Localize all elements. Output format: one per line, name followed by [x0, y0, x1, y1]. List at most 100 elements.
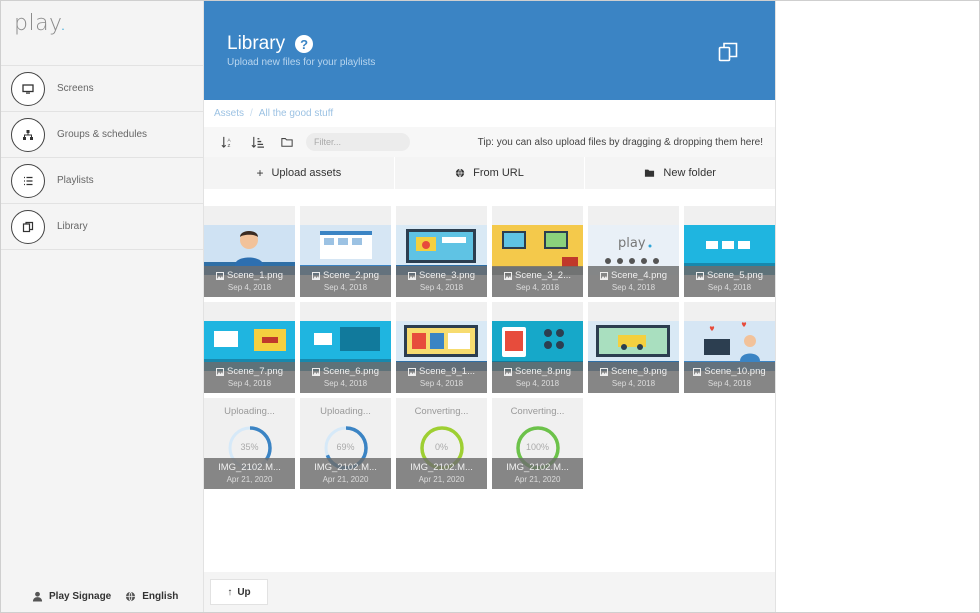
svg-text:Z: Z: [227, 143, 230, 148]
up-label: Up: [237, 586, 251, 598]
asset-tile[interactable]: Scene_9.png Sep 4, 2018: [588, 302, 679, 393]
processing-tile[interactable]: Converting... 0% IMG_2102.M... Apr 21, 2…: [396, 398, 487, 489]
asset-tile[interactable]: Scene_9_1... Sep 4, 2018: [396, 302, 487, 393]
asset-tile[interactable]: Scene_1.png Sep 4, 2018: [204, 206, 295, 297]
new-folder-button[interactable]: New folder: [585, 157, 775, 189]
empty-right-area: [775, 1, 979, 612]
asset-name: Scene_5.png: [684, 270, 775, 281]
arrow-up-icon: ↑: [227, 586, 233, 598]
account-menu[interactable]: Play Signage: [32, 591, 111, 602]
progress-percent: 35%: [240, 442, 259, 452]
asset-name: Scene_10.png: [684, 366, 775, 377]
asset-tile[interactable]: play Scene_4.png Sep 4, 2018: [588, 206, 679, 297]
library-icon: [11, 209, 45, 244]
language-label: English: [142, 591, 179, 602]
sidebar-item-library[interactable]: Library: [1, 204, 204, 250]
processing-tile[interactable]: Uploading... 69% IMG_2102.M... Apr 21, 2…: [300, 398, 391, 489]
image-file-icon: [693, 367, 702, 376]
asset-date: Sep 4, 2018: [227, 283, 272, 292]
sidebar-item-playlists[interactable]: Playlists: [1, 158, 204, 204]
asset-name: Scene_3_2...: [492, 270, 583, 281]
asset-name: Scene_3.png: [396, 270, 487, 281]
up-button[interactable]: ↑ Up: [210, 579, 268, 605]
list-icon: [11, 163, 45, 198]
library-toolbar: AZ Tip: you can also upload files by dra…: [204, 127, 775, 157]
help-icon[interactable]: ?: [295, 35, 314, 53]
image-file-icon: [312, 367, 320, 376]
filter-input[interactable]: [306, 133, 410, 151]
asset-date: Sep 4, 2018: [515, 379, 560, 388]
asset-caption: Scene_9.png Sep 4, 2018: [588, 362, 679, 393]
asset-actions: + Upload assets From URL New folder: [204, 157, 775, 189]
asset-date: Sep 4, 2018: [323, 379, 368, 388]
upload-tip: Tip: you can also upload files by draggi…: [477, 136, 763, 148]
copy-icon[interactable]: [717, 41, 739, 63]
asset-date: Sep 4, 2018: [515, 283, 560, 292]
upload-assets-button[interactable]: + Upload assets: [204, 157, 395, 189]
processing-status: Converting...: [414, 406, 469, 417]
image-file-icon: [504, 367, 512, 376]
asset-name: Scene_9.png: [588, 366, 679, 377]
asset-name: Scene_1.png: [204, 270, 295, 281]
asset-caption: Scene_4.png Sep 4, 2018: [588, 266, 679, 297]
asset-name-text: Scene_3.png: [419, 270, 475, 281]
processing-tile[interactable]: Converting... 100% IMG_2102.M... Apr 21,…: [492, 398, 583, 489]
app-logo[interactable]: play.: [14, 11, 67, 36]
asset-tile[interactable]: Scene_3_2... Sep 4, 2018: [492, 206, 583, 297]
image-file-icon: [408, 367, 416, 376]
sidebar-item-groups[interactable]: Groups & schedules: [1, 112, 204, 158]
asset-name-text: Scene_6.png: [323, 366, 379, 377]
language-menu[interactable]: English: [125, 591, 178, 602]
asset-caption: Scene_10.png Sep 4, 2018: [684, 362, 775, 393]
asset-name: Scene_6.png: [300, 366, 391, 377]
progress-percent: 100%: [525, 442, 550, 452]
globe-icon: [126, 591, 136, 602]
image-file-icon: [600, 367, 608, 376]
asset-name: IMG_2102.M...: [506, 462, 569, 473]
image-file-icon: [504, 271, 512, 280]
sidebar: play. Screens Groups & schedules Playlis…: [1, 1, 204, 612]
sidebar-item-screens[interactable]: Screens: [1, 66, 204, 112]
sidebar-item-label: Groups & schedules: [57, 129, 148, 140]
asset-name: IMG_2102.M...: [314, 462, 377, 473]
asset-date: Sep 4, 2018: [611, 379, 656, 388]
asset-date: Sep 4, 2018: [707, 379, 752, 388]
asset-tile[interactable]: Scene_2.png Sep 4, 2018: [300, 206, 391, 297]
bottom-bar: ↑ Up: [204, 572, 775, 612]
asset-date: Sep 4, 2018: [227, 379, 272, 388]
processing-tile[interactable]: Uploading... 35% IMG_2102.M... Apr 21, 2…: [204, 398, 295, 489]
asset-tile[interactable]: Scene_10.png Sep 4, 2018: [684, 302, 775, 393]
account-name: Play Signage: [49, 591, 112, 602]
from-url-label: From URL: [473, 167, 524, 179]
asset-tile[interactable]: Scene_8.png Sep 4, 2018: [492, 302, 583, 393]
sort-alpha-icon[interactable]: AZ: [220, 135, 234, 149]
sort-amount-icon[interactable]: [250, 135, 264, 149]
asset-date: Sep 4, 2018: [611, 283, 656, 292]
asset-name-text: Scene_4.png: [611, 270, 667, 281]
folder-outline-icon[interactable]: [280, 135, 294, 149]
breadcrumb-current: All the good stuff: [258, 108, 334, 119]
image-file-icon: [696, 271, 704, 280]
page-subtitle: Upload new files for your playlists: [227, 57, 376, 68]
breadcrumb-root[interactable]: Assets: [214, 108, 244, 119]
image-file-icon: [216, 271, 224, 280]
asset-tile[interactable]: Scene_5.png Sep 4, 2018: [684, 206, 775, 297]
image-file-icon: [600, 271, 608, 280]
asset-tile[interactable]: Scene_3.png Sep 4, 2018: [396, 206, 487, 297]
monitor-icon: [11, 71, 45, 106]
progress-percent: 69%: [336, 442, 355, 452]
new-folder-label: New folder: [663, 167, 716, 179]
asset-caption: Scene_6.png Sep 4, 2018: [300, 362, 391, 393]
sidebar-footer: Play Signage English: [32, 591, 192, 602]
progress-percent: 0%: [434, 442, 448, 452]
plus-icon: +: [256, 166, 264, 180]
asset-tile[interactable]: Scene_6.png Sep 4, 2018: [300, 302, 391, 393]
asset-date: Apr 21, 2020: [226, 475, 273, 484]
asset-name-text: Scene_3_2...: [515, 270, 571, 281]
asset-tile[interactable]: Scene_7.png Sep 4, 2018: [204, 302, 295, 393]
logo-dot: .: [59, 11, 67, 36]
asset-date: Apr 21, 2020: [322, 475, 369, 484]
asset-name: Scene_8.png: [492, 366, 583, 377]
user-icon: [32, 591, 43, 602]
from-url-button[interactable]: From URL: [395, 157, 586, 189]
